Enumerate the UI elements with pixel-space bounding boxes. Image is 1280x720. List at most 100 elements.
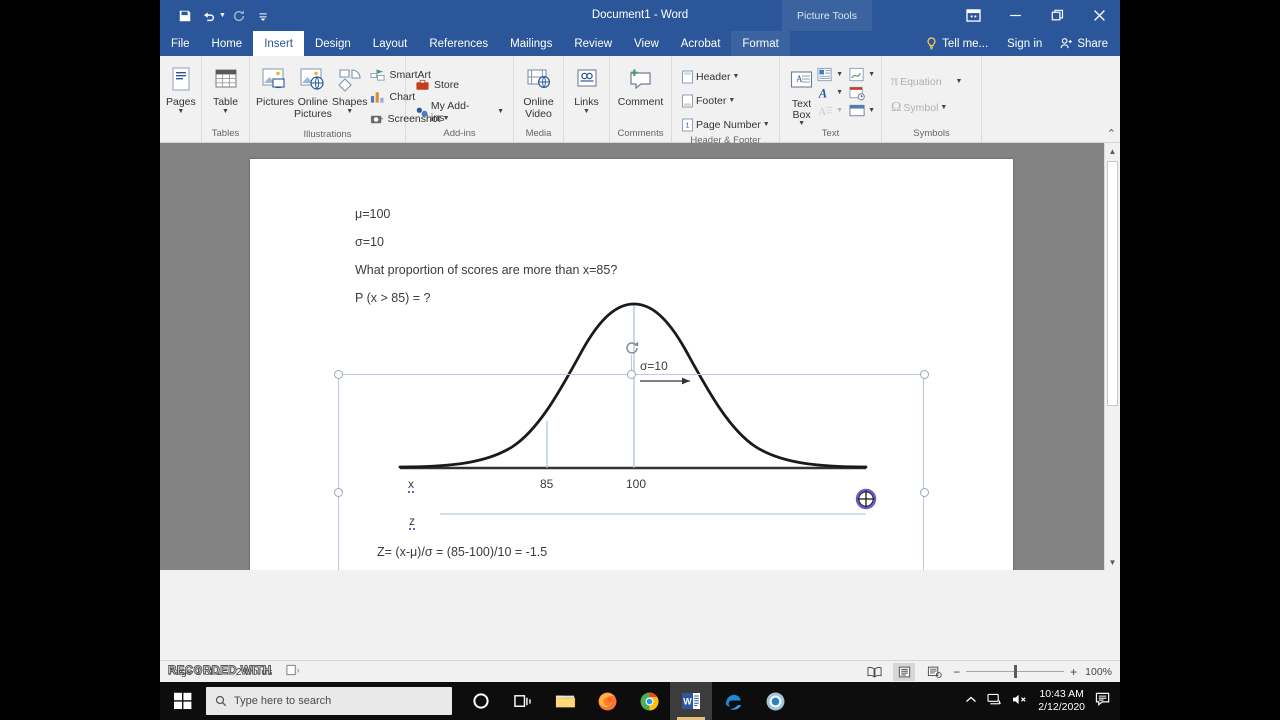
table-dropdown-icon[interactable]: ▼ xyxy=(222,108,229,115)
resize-handle-w[interactable] xyxy=(334,488,343,497)
tab-references[interactable]: References xyxy=(418,31,499,56)
search-input[interactable]: Type here to search xyxy=(206,687,452,715)
tab-file[interactable]: File xyxy=(160,31,201,56)
start-button[interactable] xyxy=(160,682,206,720)
scroll-down-icon[interactable]: ▼ xyxy=(1105,554,1120,570)
chrome-icon[interactable] xyxy=(628,682,670,720)
object-icon[interactable] xyxy=(849,103,866,119)
pages-dropdown-icon[interactable]: ▼ xyxy=(177,108,184,115)
zoom-thumb[interactable] xyxy=(1014,665,1018,678)
tab-layout[interactable]: Layout xyxy=(362,31,419,56)
object-dropdown-icon[interactable]: ▼ xyxy=(868,107,875,114)
comment-button[interactable]: Comment xyxy=(616,61,665,109)
equation-button[interactable]: π Equation ▼ xyxy=(888,71,965,92)
show-hidden-icons-icon[interactable] xyxy=(965,695,977,708)
resize-handle-ne[interactable] xyxy=(920,370,929,379)
undo-dropdown-icon[interactable]: ▼ xyxy=(219,12,226,19)
online-pictures-button[interactable]: Online Pictures xyxy=(294,61,332,121)
share-button[interactable]: Share xyxy=(1051,31,1120,56)
view-web-layout-icon[interactable] xyxy=(923,663,945,681)
tab-acrobat[interactable]: Acrobat xyxy=(670,31,732,56)
proofing-errors-icon[interactable]: ✕ xyxy=(286,664,302,679)
my-addins-dropdown-icon[interactable]: ▼ xyxy=(497,108,504,115)
ribbon-display-options-icon[interactable] xyxy=(952,0,994,31)
tab-view[interactable]: View xyxy=(623,31,670,56)
store-icon xyxy=(416,79,429,90)
tell-me-box[interactable]: Tell me... xyxy=(916,37,998,50)
links-dropdown-icon[interactable]: ▼ xyxy=(583,108,590,115)
links-button[interactable]: Links ▼ xyxy=(570,61,603,115)
view-read-mode-icon[interactable] xyxy=(863,663,885,681)
my-addins-button[interactable]: My Add-ins ▼ xyxy=(412,100,507,124)
edge-icon[interactable] xyxy=(712,682,754,720)
text-box-button[interactable]: A Text Box ▼ xyxy=(786,63,817,127)
resize-handle-n[interactable] xyxy=(627,370,636,379)
sign-in-button[interactable]: Sign in xyxy=(998,38,1051,50)
wordart-icon[interactable]: A xyxy=(817,85,834,101)
tab-home[interactable]: Home xyxy=(201,31,254,56)
shapes-button[interactable]: Shapes ▼ xyxy=(332,61,367,115)
signature-line-icon[interactable] xyxy=(849,67,866,83)
redo-icon[interactable] xyxy=(228,5,250,27)
symbol-button[interactable]: Ω Symbol ▼ xyxy=(888,97,965,118)
action-center-icon[interactable] xyxy=(1095,692,1112,710)
tab-format[interactable]: Format xyxy=(731,31,790,56)
clock[interactable]: 10:43 AM 2/12/2020 xyxy=(1038,688,1085,714)
zoom-slider[interactable]: − + xyxy=(953,665,1077,679)
cortana-icon[interactable] xyxy=(460,682,502,720)
page-number-button[interactable]: 1 Page Number ▼ xyxy=(678,114,773,135)
screencast-o-matic-icon[interactable] xyxy=(754,682,796,720)
footer-button[interactable]: Footer ▼ xyxy=(678,90,773,111)
symbol-icon: Ω xyxy=(891,99,902,115)
zoom-track[interactable] xyxy=(966,665,1065,678)
scrollbar-thumb[interactable] xyxy=(1107,161,1118,406)
header-button[interactable]: Header ▼ xyxy=(678,66,773,87)
header-dropdown-icon[interactable]: ▼ xyxy=(732,73,739,80)
scroll-up-icon[interactable]: ▲ xyxy=(1105,143,1120,159)
tab-review[interactable]: Review xyxy=(563,31,623,56)
network-icon[interactable] xyxy=(987,693,1002,709)
online-video-button[interactable]: Online Video xyxy=(520,61,557,121)
rotate-handle-icon[interactable] xyxy=(624,340,640,356)
task-view-icon[interactable] xyxy=(502,682,544,720)
undo-icon[interactable] xyxy=(198,5,220,27)
word-icon[interactable]: W xyxy=(670,682,712,720)
zoom-in-button[interactable]: + xyxy=(1070,665,1077,679)
page-number-dropdown-icon[interactable]: ▼ xyxy=(763,121,770,128)
equation-dropdown-icon[interactable]: ▼ xyxy=(956,78,963,85)
store-button[interactable]: Store xyxy=(412,74,507,95)
tab-insert[interactable]: Insert xyxy=(253,31,304,56)
pictures-button[interactable]: Pictures xyxy=(256,61,294,109)
date-time-icon[interactable] xyxy=(849,85,866,101)
file-explorer-icon[interactable] xyxy=(544,682,586,720)
resize-handle-e[interactable] xyxy=(920,488,929,497)
text-box-label: Text Box xyxy=(791,98,812,122)
pages-button[interactable]: Pages ▼ xyxy=(166,61,196,115)
tab-design[interactable]: Design xyxy=(304,31,362,56)
signature-dropdown-icon[interactable]: ▼ xyxy=(868,71,875,78)
symbol-dropdown-icon[interactable]: ▼ xyxy=(940,104,947,111)
close-icon[interactable] xyxy=(1078,0,1120,31)
vertical-scrollbar[interactable]: ▲ ▼ xyxy=(1104,143,1120,570)
zoom-out-button[interactable]: − xyxy=(953,665,960,679)
volume-muted-icon[interactable] xyxy=(1012,693,1028,709)
firefox-icon[interactable] xyxy=(586,682,628,720)
resize-handle-nw[interactable] xyxy=(334,370,343,379)
view-print-layout-icon[interactable] xyxy=(893,662,916,681)
zoom-level-label[interactable]: 100% xyxy=(1085,666,1112,678)
quick-parts-icon[interactable] xyxy=(817,67,834,83)
collapse-ribbon-icon[interactable]: ⌃ xyxy=(1107,127,1116,140)
word-count-label[interactable]: 2 words xyxy=(236,666,273,678)
save-icon[interactable] xyxy=(174,5,196,27)
tab-mailings[interactable]: Mailings xyxy=(499,31,563,56)
text-box-dropdown-icon[interactable]: ▼ xyxy=(798,120,805,127)
shapes-dropdown-icon[interactable]: ▼ xyxy=(346,108,353,115)
customize-qat-icon[interactable] xyxy=(252,5,274,27)
restore-icon[interactable] xyxy=(1036,0,1078,31)
page-count-label[interactable]: Page 1 of 1 xyxy=(168,666,222,678)
wordart-dropdown-icon[interactable]: ▼ xyxy=(836,89,843,96)
quick-parts-dropdown-icon[interactable]: ▼ xyxy=(836,71,843,78)
table-button[interactable]: Table ▼ xyxy=(208,61,243,115)
minimize-icon[interactable] xyxy=(994,0,1036,31)
footer-dropdown-icon[interactable]: ▼ xyxy=(728,97,735,104)
